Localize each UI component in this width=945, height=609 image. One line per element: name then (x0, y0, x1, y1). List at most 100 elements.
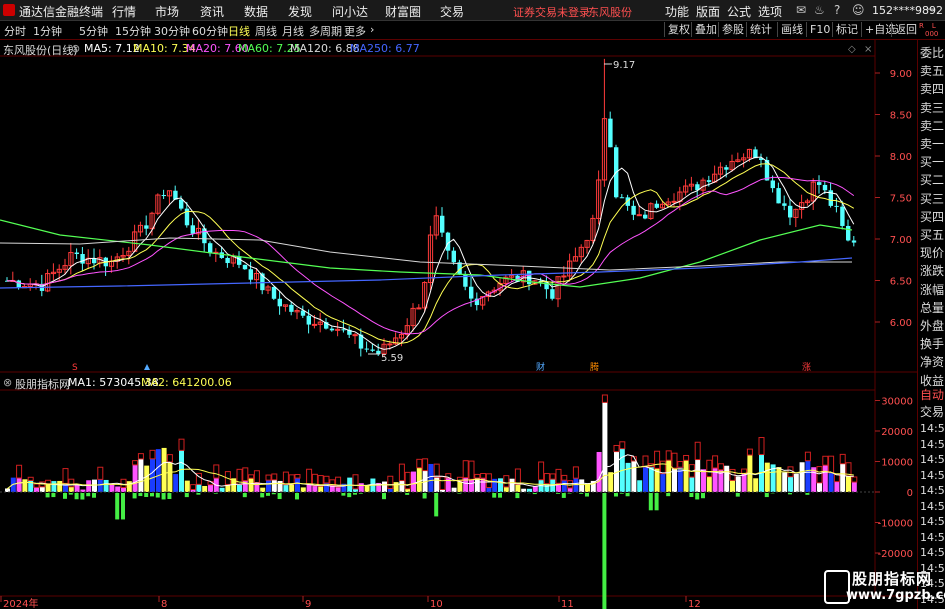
sub-tick-label: 10000 (881, 458, 913, 469)
volume-bar-outline (166, 454, 173, 463)
volume-bar (86, 480, 92, 492)
candle-down (248, 269, 253, 280)
sidebar-item[interactable]: 涨跌 (920, 262, 945, 281)
volume-bar (701, 469, 706, 492)
sidebar-trade[interactable]: 交易 (920, 403, 945, 422)
sidebar-item[interactable]: 现价 (920, 244, 945, 263)
kline-chart[interactable]: 9.00 8.50 8.00 7.50 7.00 6.50 6.00 30000 20000 10… (0, 0, 945, 609)
price-tick-label: 6.50 (890, 277, 912, 288)
negative-bar (382, 493, 386, 500)
candle-down (851, 240, 857, 243)
volume-bar (295, 478, 300, 492)
volume-bar (51, 481, 57, 492)
volume-bar-outline (677, 461, 684, 468)
sidebar-item[interactable]: 外盘 (920, 317, 945, 336)
sidebar-item[interactable]: 卖四 (920, 80, 945, 99)
sidebar-item[interactable]: 买四 (920, 208, 945, 227)
negative-bar (579, 493, 584, 494)
negative-bar (648, 493, 653, 511)
ma250-label: MA250: 6.77 (350, 42, 420, 55)
volume-bar-outline (683, 454, 690, 461)
volume-bar-outline (387, 475, 394, 489)
volume-bar (411, 471, 416, 492)
collapse-icon[interactable]: ⊗ (71, 42, 80, 55)
volume-bar (399, 480, 405, 492)
candle-down (840, 206, 845, 226)
sidebar-item[interactable]: 净资 (920, 353, 945, 372)
volume-bar (561, 480, 567, 492)
negative-bar (492, 493, 497, 498)
volume-bar (469, 479, 474, 492)
sidebar-item[interactable]: 涨幅 (920, 281, 945, 300)
volume-bar-outline (514, 468, 521, 485)
volume-bar (387, 488, 393, 492)
volume-bar (840, 463, 846, 492)
volume-bar (254, 482, 260, 492)
volume-bar-outline (480, 472, 487, 479)
negative-bar (121, 493, 125, 520)
volume-bar (509, 478, 515, 492)
sidebar-item[interactable]: 卖二 (920, 117, 945, 136)
volume-bar (706, 476, 712, 492)
volume-bar-outline (543, 473, 550, 485)
sidebar-item[interactable]: 买一 (920, 153, 945, 172)
sidebar-item[interactable]: 卖五 (920, 62, 945, 81)
volume-bar (695, 459, 701, 492)
sub-ma2-label: MA2: 641200.06 (141, 376, 232, 389)
sidebar-item[interactable]: 卖三 (920, 99, 945, 118)
volume-bar (364, 485, 370, 492)
negative-bar (260, 493, 265, 498)
candle-down (550, 289, 555, 299)
volume-bar-outline (746, 448, 753, 456)
candle-down (277, 298, 282, 307)
sidebar-item[interactable]: 总量 (920, 299, 945, 318)
sub-collapse-icon[interactable]: ⊗ (3, 376, 12, 389)
sub-indicator-title: 股朋指标网 (15, 378, 70, 391)
sidebar-trade-time: 14:56 (920, 437, 945, 451)
sidebar-item[interactable]: 卖一 (920, 135, 945, 154)
volume-bar (834, 481, 840, 492)
volume-bar-outline (654, 450, 661, 469)
volume-bar-outline (45, 479, 52, 485)
watermark-name: 股朋指标网 (852, 570, 933, 588)
volume-bar-outline (717, 463, 724, 471)
sidebar-item[interactable]: 买二 (920, 171, 945, 190)
volume-bar (57, 480, 63, 492)
candle-down (190, 225, 195, 234)
volume-bar (16, 477, 22, 492)
negative-bar (422, 493, 427, 499)
volume-bar-outline (804, 451, 811, 462)
negative-bar (788, 493, 792, 495)
sidebar-item[interactable]: 换手 (920, 335, 945, 354)
date-tick-label: 9 (305, 599, 311, 609)
candle-down (306, 315, 311, 325)
volume-bar-outline (352, 474, 359, 490)
volume-bar (434, 477, 440, 492)
candle-down (631, 205, 636, 215)
candle-down (643, 214, 648, 219)
sidebar-item[interactable]: 委比 (920, 44, 945, 63)
volume-bar (237, 484, 242, 492)
sub-tick-label: 20000 (881, 427, 913, 438)
sidebar-trade-time: 14:56 (920, 484, 945, 497)
volume-bar (799, 462, 805, 492)
volume-bar (248, 478, 254, 492)
candle-down (219, 252, 224, 258)
volume-bar-outline (671, 452, 678, 469)
volume-bar-outline (248, 474, 255, 479)
volume-bar (851, 482, 857, 492)
volume-bar (486, 487, 492, 492)
sub-tick-label: -20000 (878, 549, 913, 560)
volume-bar (782, 472, 788, 492)
volume-bar-outline (439, 476, 446, 490)
volume-bar (167, 461, 173, 492)
sidebar-item[interactable]: 买五 (920, 226, 945, 245)
volume-bar (184, 480, 190, 492)
volume-bar-outline (706, 459, 713, 478)
negative-bar (556, 493, 560, 494)
sidebar-item[interactable]: 买三 (920, 190, 945, 209)
volume-bar (126, 481, 132, 492)
negative-bar (764, 493, 769, 498)
volume-bar-outline (323, 475, 330, 484)
volume-bar (689, 477, 695, 492)
